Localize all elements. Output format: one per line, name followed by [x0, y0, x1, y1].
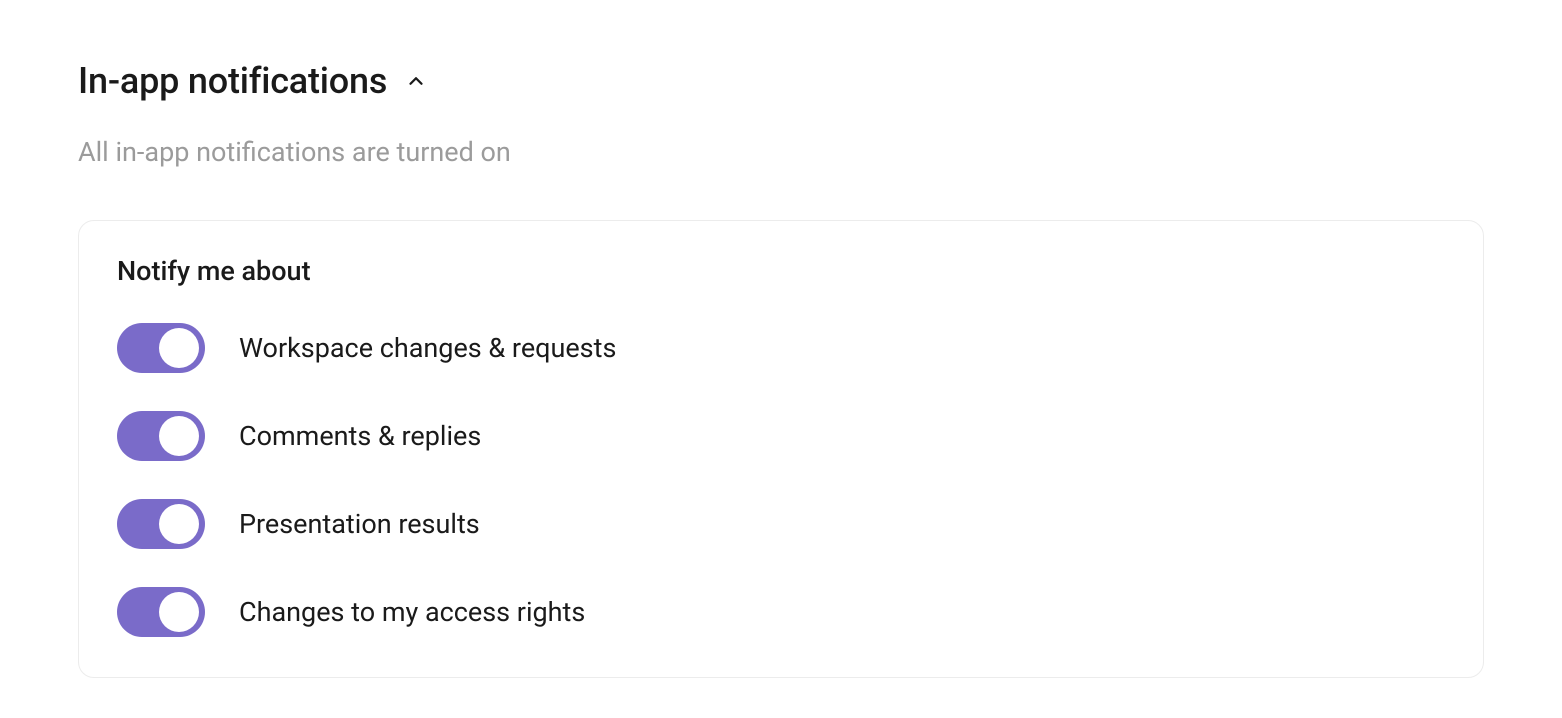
toggle-comments-replies[interactable]	[117, 411, 205, 461]
toggle-row-presentation: Presentation results	[117, 499, 1445, 549]
section-subtitle: All in-app notifications are turned on	[78, 136, 1484, 168]
chevron-up-icon	[405, 70, 427, 92]
section-header[interactable]: In-app notifications	[78, 60, 1484, 102]
toggle-label: Changes to my access rights	[239, 596, 585, 628]
toggle-knob	[159, 416, 199, 456]
toggle-row-comments: Comments & replies	[117, 411, 1445, 461]
toggle-presentation-results[interactable]	[117, 499, 205, 549]
toggle-label: Workspace changes & requests	[239, 332, 616, 364]
panel-heading: Notify me about	[117, 255, 1445, 287]
notifications-panel: Notify me about Workspace changes & requ…	[78, 220, 1484, 678]
toggle-label: Presentation results	[239, 508, 480, 540]
section-title: In-app notifications	[78, 60, 387, 102]
toggle-knob	[159, 328, 199, 368]
toggle-row-access: Changes to my access rights	[117, 587, 1445, 637]
toggle-row-workspace: Workspace changes & requests	[117, 323, 1445, 373]
toggle-label: Comments & replies	[239, 420, 481, 452]
toggle-access-rights[interactable]	[117, 587, 205, 637]
toggle-knob	[159, 504, 199, 544]
toggle-workspace-changes[interactable]	[117, 323, 205, 373]
toggle-knob	[159, 592, 199, 632]
